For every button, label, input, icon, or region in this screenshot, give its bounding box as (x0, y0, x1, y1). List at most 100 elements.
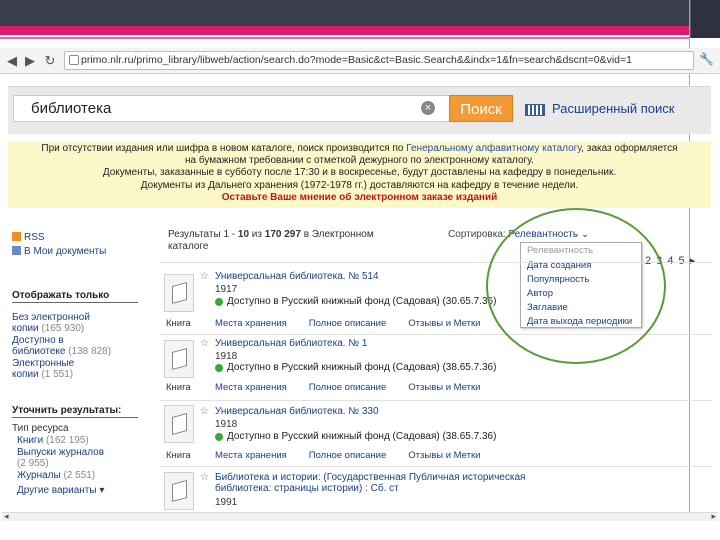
result-year: 1918 (215, 419, 238, 430)
horizontal-scrollbar[interactable]: ◂ ▸ (2, 511, 718, 522)
result-availability[interactable]: Доступно в Русский книжный фонд (Садовая… (227, 362, 496, 373)
sort-option-popularity[interactable]: Популярность (527, 274, 589, 285)
tab-full-description[interactable]: Полное описание (309, 382, 387, 393)
star-icon[interactable]: ☆ (200, 406, 209, 417)
result-title[interactable]: Библиотека и истории: (Государственная П… (215, 472, 525, 494)
book-thumbnail[interactable] (164, 340, 194, 378)
tab-locations[interactable]: Места хранения (215, 382, 287, 393)
scroll-right-icon[interactable]: ▸ (711, 511, 716, 522)
search-button[interactable]: Поиск (449, 95, 513, 122)
available-status-icon (215, 298, 223, 306)
next-arrow-icon[interactable]: ▸ (690, 255, 697, 267)
result-title[interactable]: Универсальная библиотека. № 330 (215, 406, 379, 417)
book-thumbnail[interactable] (164, 472, 194, 510)
sort-option-title[interactable]: Заглавие (527, 302, 568, 313)
slide-header-band (0, 0, 720, 26)
filter-no-ecopy[interactable]: Без электронной копии (165 930) (12, 312, 90, 334)
book-icon (172, 281, 187, 305)
refine-title: Уточнить результаты: (12, 405, 138, 418)
result-divider (160, 262, 712, 263)
star-icon[interactable]: ☆ (200, 271, 209, 282)
notice-line-3: Документы, заказанные в субботу после 17… (102, 167, 617, 179)
result-year: 1917 (215, 284, 238, 295)
star-icon[interactable]: ☆ (200, 338, 209, 349)
book-icon (172, 479, 187, 503)
book-thumbnail[interactable] (164, 405, 194, 443)
wrench-icon[interactable]: 🔧 (699, 52, 714, 66)
result-year: 1918 (215, 351, 238, 362)
slide-accent-band (0, 26, 690, 35)
slide-corner-block (690, 0, 720, 38)
sort-option-relevance[interactable]: Релевантность (527, 245, 593, 256)
notice-panel: При отсутствии издания или шифра в новом… (8, 141, 711, 208)
notice-line-4: Документы из Дальнего хранения (1972-197… (140, 179, 579, 191)
filter-ecopies[interactable]: Электронные копии (1 551) (12, 358, 74, 380)
folder-icon (12, 246, 21, 255)
result-tabs: Места хранения Полное описание Отзывы и Ме… (215, 318, 502, 329)
alphabetic-catalog-link[interactable]: Генеральному алфавитному каталогу (406, 143, 581, 154)
sort-menu: Релевантность Дата создания Популярность… (520, 242, 642, 328)
book-icon (172, 412, 187, 436)
result-divider (160, 466, 712, 467)
feedback-link[interactable]: Оставьте Ваше мнение об электронном зака… (8, 192, 711, 204)
advanced-search-link[interactable]: Расширенный поиск (552, 101, 674, 116)
result-divider (160, 334, 712, 335)
result-type: Книга (166, 318, 191, 329)
result-title[interactable]: Универсальная библиотека. № 1 (215, 338, 367, 349)
tab-full-description[interactable]: Полное описание (309, 450, 387, 461)
slide-footer (0, 522, 720, 540)
more-options-link[interactable]: Другие варианты ▾ (17, 485, 104, 496)
result-divider (160, 400, 712, 401)
result-title[interactable]: Универсальная библиотека. № 514 (215, 271, 379, 282)
search-area: библиотека × Поиск Расширенный поиск (8, 86, 711, 134)
reload-icon[interactable]: ↻ (42, 53, 58, 69)
tab-reviews-tags[interactable]: Отзывы и Метки (408, 318, 480, 329)
sort-option-periodical-date[interactable]: Дата выхода периодики (527, 316, 632, 327)
star-icon[interactable]: ☆ (200, 472, 209, 483)
scroll-left-icon[interactable]: ◂ (4, 511, 9, 522)
rss-icon (12, 232, 21, 241)
result-type: Книга (166, 382, 191, 393)
show-only-title: Отображать только (12, 290, 138, 303)
filter-in-library[interactable]: Доступно в библиотеке (138 828) (12, 335, 111, 357)
browser-toolbar: ◀ ▶ ↻ primo.nlr.ru/primo_library/libweb/… (0, 48, 720, 74)
book-icon (172, 347, 187, 371)
chevron-down-icon: ⌄ (580, 229, 590, 240)
refine-journal-issues[interactable]: Выпуски журналов (2 955) (17, 447, 104, 469)
refine-journals[interactable]: Журналы (2 551) (17, 470, 95, 481)
sort-option-author[interactable]: Автор (527, 288, 553, 299)
forward-arrow-icon[interactable]: ▶ (22, 53, 38, 69)
result-availability[interactable]: Доступно в Русский книжный фонд (Садовая… (227, 296, 496, 307)
refine-books[interactable]: Книги (162 195) (17, 435, 89, 446)
notice-line-2: на бумажном требовании с отметкой дежурн… (185, 155, 534, 167)
search-input[interactable]: библиотека (13, 95, 451, 122)
book-thumbnail[interactable] (164, 274, 194, 312)
sort-dropdown[interactable]: Сортировка: Релевантность ⌄ (448, 229, 589, 240)
result-year: 1991 (215, 497, 238, 508)
available-status-icon (215, 433, 223, 441)
result-type: Книга (166, 450, 191, 461)
result-tabs: Места хранения Полное описание Отзывы и Ме… (215, 382, 502, 393)
available-status-icon (215, 364, 223, 372)
notice-line-1: При отсутствии издания или шифра в новом… (41, 143, 678, 154)
back-arrow-icon[interactable]: ◀ (4, 53, 20, 69)
result-tabs: Места хранения Полное описание Отзывы и Ме… (215, 450, 502, 461)
tab-full-description[interactable]: Полное описание (309, 318, 387, 329)
pagination[interactable]: 2 3 4 5 ▸ (645, 254, 696, 267)
tab-locations[interactable]: Места хранения (215, 318, 287, 329)
page-icon (69, 55, 79, 65)
result-availability[interactable]: Доступно в Русский книжный фонд (Садовая… (227, 431, 496, 442)
chevron-down-icon: ▾ (99, 485, 105, 496)
my-documents-link[interactable]: В Мои документы (12, 246, 106, 257)
keyboard-icon (525, 104, 545, 116)
url-text: primo.nlr.ru/primo_library/libweb/action… (81, 54, 632, 66)
resource-type-label: Тип ресурса (12, 423, 69, 434)
tab-locations[interactable]: Места хранения (215, 450, 287, 461)
tab-reviews-tags[interactable]: Отзывы и Метки (408, 450, 480, 461)
results-summary: Результаты 1 - 10 из 170 297 в Электронн… (168, 229, 374, 252)
rss-link[interactable]: RSS (12, 232, 45, 243)
slide-accent-line (0, 37, 690, 39)
clear-search-icon[interactable]: × (421, 101, 435, 115)
address-bar[interactable]: primo.nlr.ru/primo_library/libweb/action… (64, 51, 694, 70)
tab-reviews-tags[interactable]: Отзывы и Метки (408, 382, 480, 393)
